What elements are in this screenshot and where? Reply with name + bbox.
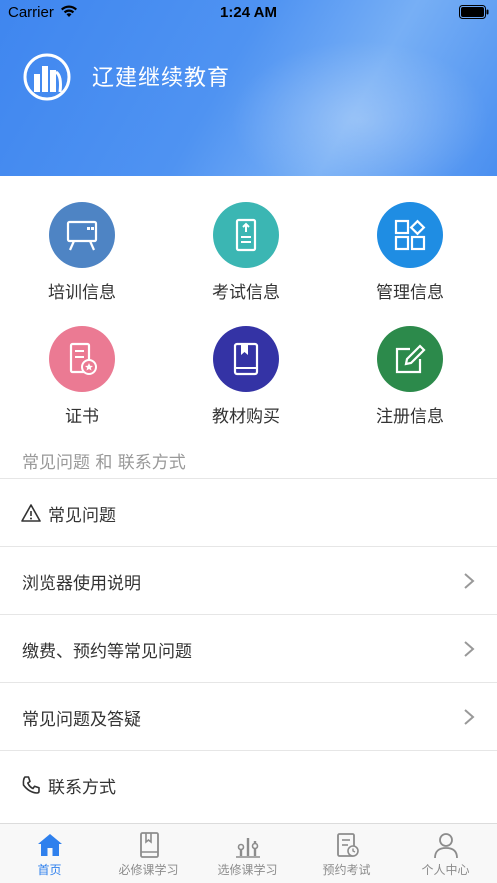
tab-required-course[interactable]: 必修课学习 [99,824,198,883]
book-icon [213,326,279,392]
tab-label: 首页 [37,863,62,877]
tile-textbook-purchase[interactable]: 教材购买 [176,326,316,427]
tile-management-info[interactable]: 管理信息 [340,202,480,303]
section-title: 常见问题 和 联系方式 [22,453,186,473]
phone-icon [22,776,40,794]
certificate-icon [49,326,115,392]
faq-item-qa[interactable]: 常见问题及答疑 [0,683,497,751]
tile-training-info[interactable]: 培训信息 [12,202,152,303]
tile-label: 管理信息 [376,283,444,303]
battery-icon [459,5,489,19]
contact-header-row: 联系方式 [0,751,497,819]
tab-label: 必修课学习 [118,863,179,877]
profile-icon [433,833,458,859]
status-bar: Carrier 1:24 AM [0,0,497,26]
tile-label: 注册信息 [376,407,444,427]
tab-bar: 首页 必修课学习 选修课学习 预约考试 个人中心 [0,823,497,883]
tile-label: 考试信息 [212,283,280,303]
tile-label: 教材购买 [212,407,280,427]
app-logo-icon [23,53,71,101]
faq-item-label: 浏览器使用说明 [22,574,141,594]
management-grid-icon [377,202,443,268]
required-course-icon [139,832,159,858]
tab-label: 选修课学习 [217,863,278,877]
tab-label: 预约考试 [322,863,371,877]
clock: 1:24 AM [220,4,277,21]
tab-home[interactable]: 首页 [0,824,99,883]
faq-header-label: 常见问题 [48,506,116,526]
header: Carrier 1:24 AM 辽建继续教育 [0,0,497,176]
tile-exam-info[interactable]: 考试信息 [176,202,316,303]
faq-item-payment-questions[interactable]: 缴费、预约等常见问题 [0,615,497,683]
exam-paper-icon [213,202,279,268]
tile-registration-info[interactable]: 注册信息 [340,326,480,427]
faq-item-label: 常见问题及答疑 [22,710,141,730]
chevron-right-icon [464,641,475,657]
edit-form-icon [377,326,443,392]
app-title: 辽建继续教育 [92,66,231,91]
faq-header-row: 常见问题 [0,479,497,547]
tab-elective-course[interactable]: 选修课学习 [198,824,297,883]
home-icon [37,834,62,856]
tile-label: 培训信息 [48,283,116,303]
presentation-board-icon [49,202,115,268]
tile-label: 证书 [65,407,99,427]
chevron-right-icon [464,573,475,589]
tile-certificate[interactable]: 证书 [12,326,152,427]
contact-header-label: 联系方式 [48,778,116,798]
tab-label: 个人中心 [421,863,470,877]
warning-icon [21,504,41,522]
chevron-right-icon [464,709,475,725]
faq-item-browser-guide[interactable]: 浏览器使用说明 [0,547,497,615]
tab-exam-booking[interactable]: 预约考试 [297,824,396,883]
elective-course-icon [235,838,260,858]
exam-booking-icon [336,833,359,857]
faq-item-label: 缴费、预约等常见问题 [22,642,192,662]
tab-profile[interactable]: 个人中心 [396,824,495,883]
